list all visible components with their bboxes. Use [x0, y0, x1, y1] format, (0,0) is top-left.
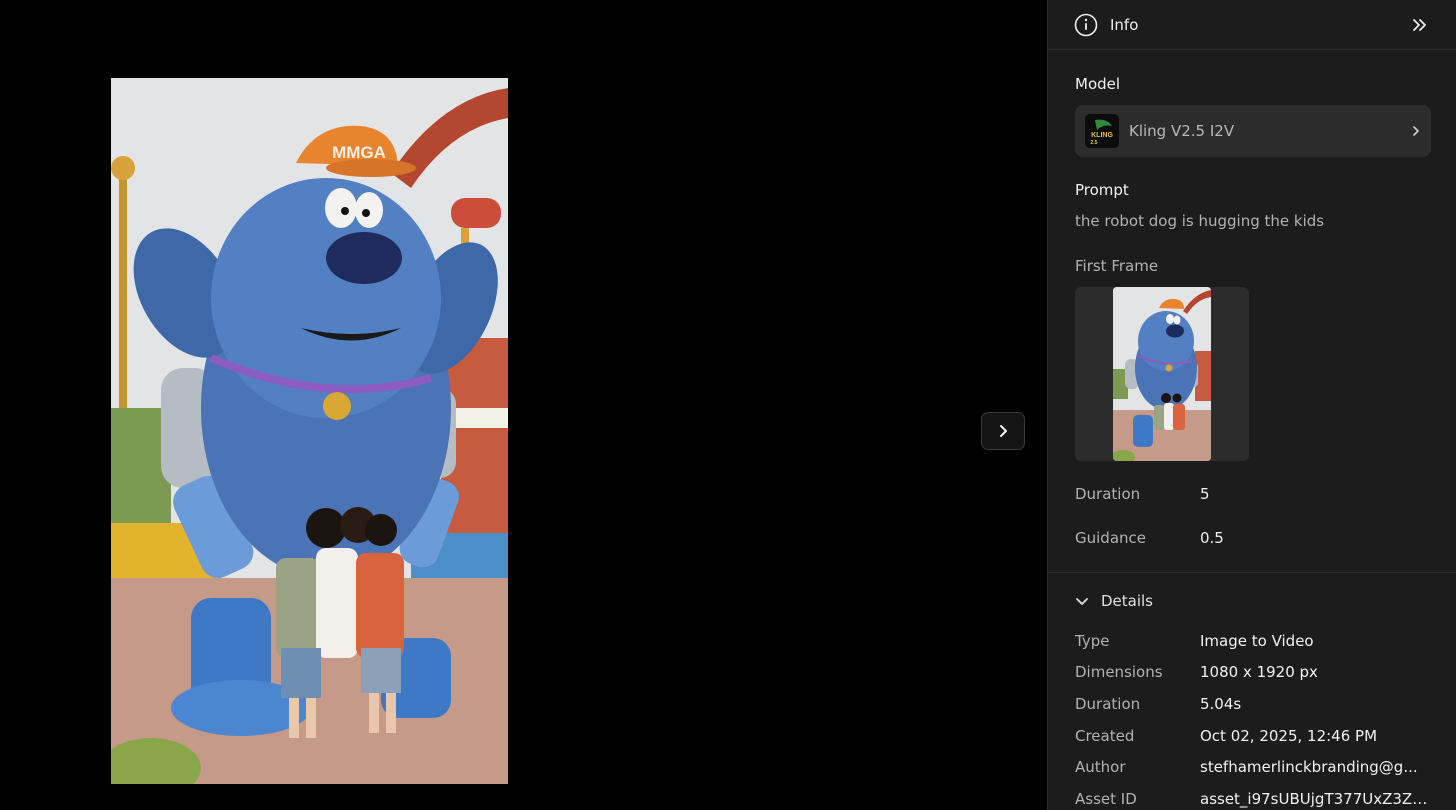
model-name: Kling V2.5 I2V	[1129, 122, 1235, 140]
detail-key: Created	[1075, 727, 1135, 745]
detail-key: Dimensions	[1075, 663, 1163, 681]
kling-logo: KLING 2.5	[1085, 114, 1119, 148]
param-key: Guidance	[1075, 529, 1146, 547]
chevron-right-icon	[1413, 126, 1419, 136]
double-chevron-right-icon	[1413, 18, 1426, 31]
detail-value[interactable]: asset_i97sUBUjgT377UxZ3ZMt...	[1200, 790, 1432, 808]
detail-value: Oct 02, 2025, 12:46 PM	[1200, 727, 1378, 745]
generated-video-preview[interactable]: MMGA	[111, 78, 508, 784]
param-key: Duration	[1075, 485, 1141, 503]
detail-key: Author	[1075, 758, 1126, 776]
logo-text: KLING	[1091, 132, 1113, 139]
detail-row-created: Created Oct 02, 2025, 12:46 PM	[1075, 727, 1432, 745]
details-title: Details	[1101, 592, 1154, 610]
detail-row-asset-id: Asset ID asset_i97sUBUjgT377UxZ3ZMt...	[1075, 790, 1432, 808]
panel-header: Info	[1048, 0, 1456, 50]
cap-text: MMGA	[332, 143, 386, 162]
detail-row-dimensions: Dimensions 1080 x 1920 px	[1075, 663, 1432, 681]
detail-value: 1080 x 1920 px	[1200, 663, 1318, 681]
param-value: 0.5	[1200, 529, 1224, 547]
info-icon	[1074, 13, 1098, 37]
model-selector[interactable]: KLING 2.5 Kling V2.5 I2V	[1075, 105, 1431, 157]
param-row-duration: Duration 5	[1075, 485, 1210, 503]
details-toggle[interactable]: Details	[1075, 592, 1153, 610]
panel-title: Info	[1110, 15, 1139, 34]
chevron-down-icon	[1075, 594, 1089, 608]
first-frame-image	[1113, 287, 1211, 461]
collapse-panel-button[interactable]	[1410, 15, 1430, 35]
media-viewer: MMGA	[0, 0, 1047, 810]
logo-version: 2.5	[1091, 140, 1098, 146]
section-divider	[1048, 572, 1456, 573]
detail-row-type: Type Image to Video	[1075, 632, 1432, 650]
detail-value: Image to Video	[1200, 632, 1314, 650]
first-frame-label: First Frame	[1075, 257, 1159, 275]
detail-row-author: Author stefhamerlinckbranding@g...	[1075, 758, 1432, 776]
model-heading: Model	[1075, 75, 1121, 93]
video-frame-illustration: MMGA	[111, 78, 508, 784]
prompt-heading: Prompt	[1075, 181, 1129, 199]
detail-key: Duration	[1075, 695, 1141, 713]
param-row-guidance: Guidance 0.5	[1075, 529, 1224, 547]
detail-row-duration: Duration 5.04s	[1075, 695, 1432, 713]
info-panel: Info Model KLING 2.5 Kling V2.5 I2V Prom…	[1047, 0, 1456, 810]
param-value: 5	[1200, 485, 1210, 503]
chevron-right-icon	[1000, 425, 1007, 437]
detail-value: 5.04s	[1200, 695, 1242, 713]
first-frame-thumbnail[interactable]	[1075, 287, 1249, 461]
detail-key: Type	[1075, 632, 1110, 650]
detail-key: Asset ID	[1075, 790, 1137, 808]
detail-value[interactable]: stefhamerlinckbranding@g...	[1200, 758, 1432, 776]
prompt-text: the robot dog is hugging the kids	[1075, 212, 1325, 230]
next-button[interactable]	[981, 412, 1025, 450]
